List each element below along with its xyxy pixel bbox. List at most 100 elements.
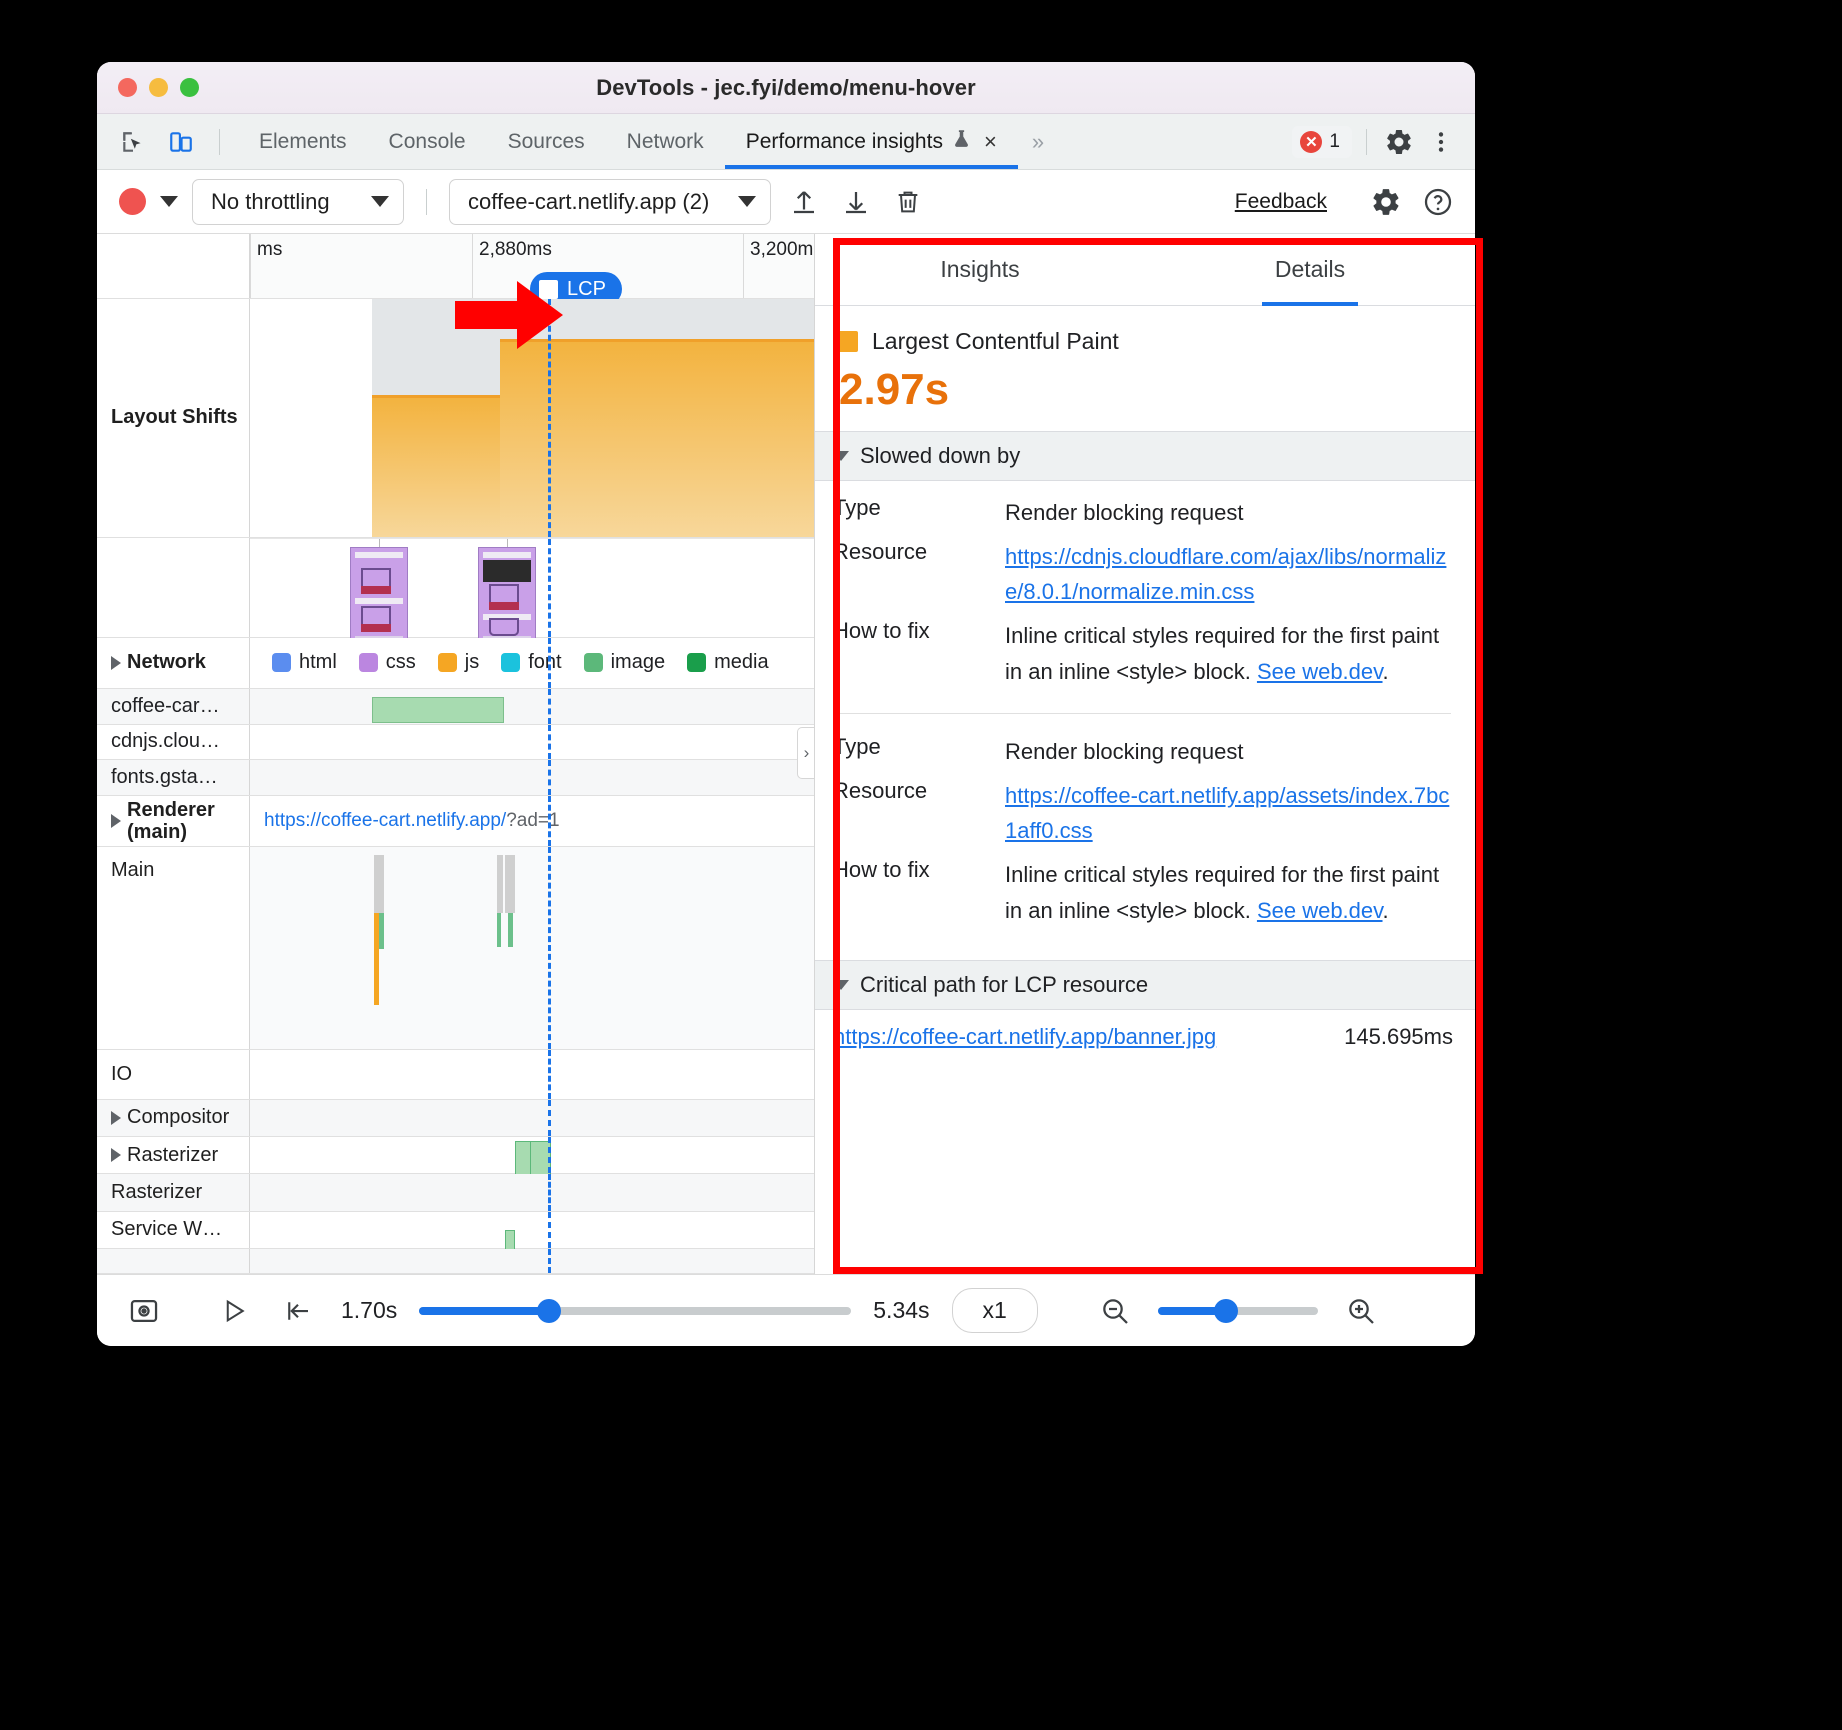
playhead-indicator[interactable] xyxy=(548,725,551,760)
main-task-block[interactable] xyxy=(497,913,501,947)
expand-triangle-icon[interactable] xyxy=(111,656,121,670)
web-dev-link[interactable]: See web.dev xyxy=(1257,659,1383,684)
time-range-slider[interactable] xyxy=(419,1307,851,1315)
gear-icon[interactable] xyxy=(1381,124,1417,160)
collapse-triangle-icon[interactable] xyxy=(833,980,849,990)
trash-icon[interactable] xyxy=(889,183,927,221)
download-icon[interactable] xyxy=(837,183,875,221)
playhead-indicator[interactable] xyxy=(548,1137,551,1173)
three-dots-icon[interactable] xyxy=(1423,124,1459,160)
playhead-indicator[interactable] xyxy=(548,638,551,688)
resource-link[interactable]: https://cdnjs.cloudflare.com/ajax/libs/n… xyxy=(1005,544,1446,605)
expand-triangle-icon[interactable] xyxy=(111,814,121,828)
compositor-track[interactable] xyxy=(250,1100,814,1136)
request-track-fonts-gstatic[interactable] xyxy=(250,760,814,795)
tab-performance-insights[interactable]: Performance insights × xyxy=(725,114,1018,169)
more-tabs-icon[interactable]: » xyxy=(1018,114,1058,169)
resource-link[interactable]: https://coffee-cart.netlify.app/assets/i… xyxy=(1005,783,1449,844)
tab-insights[interactable]: Insights xyxy=(815,234,1145,305)
feedback-link[interactable]: Feedback xyxy=(1235,190,1327,214)
target-select[interactable]: coffee-cart.netlify.app (2) xyxy=(449,179,771,225)
play-icon[interactable] xyxy=(213,1290,255,1332)
renderer-url[interactable]: https://coffee-cart.netlify.app/?ad=1 xyxy=(264,810,560,832)
sidebar-collapse-handle[interactable]: › xyxy=(797,727,815,779)
request-label-fonts-gstatic[interactable]: fonts.gsta… xyxy=(97,760,250,795)
io-thread-track[interactable] xyxy=(250,1050,814,1099)
critical-path-link[interactable]: https://coffee-cart.netlify.app/banner.j… xyxy=(833,1024,1330,1050)
help-icon[interactable] xyxy=(1419,183,1457,221)
throttling-select[interactable]: No throttling xyxy=(192,179,404,225)
request-track-coffee-cart[interactable] xyxy=(250,689,814,724)
tab-details[interactable]: Details xyxy=(1145,234,1475,305)
playback-speed-button[interactable]: x1 xyxy=(952,1288,1038,1333)
zoom-slider[interactable] xyxy=(1158,1307,1318,1315)
filmstrip-thumbnail-1[interactable] xyxy=(350,547,408,647)
zoom-button[interactable] xyxy=(180,78,199,97)
track-label-compositor[interactable]: Compositor xyxy=(97,1100,250,1136)
time-range-knob[interactable] xyxy=(537,1299,561,1323)
main-task-block[interactable] xyxy=(505,855,515,913)
service-worker-track[interactable] xyxy=(250,1212,814,1248)
zoom-in-icon[interactable] xyxy=(1340,1290,1382,1332)
main-task-block[interactable] xyxy=(374,981,379,1005)
request-label-coffee-cart[interactable]: coffee-car… xyxy=(97,689,250,724)
main-thread-track[interactable] xyxy=(250,847,814,1049)
section-critical-path[interactable]: Critical path for LCP resource xyxy=(815,960,1475,1010)
renderer-track[interactable]: https://coffee-cart.netlify.app/?ad=1 xyxy=(250,796,814,846)
network-request-row[interactable]: cdnjs.clou… xyxy=(97,725,814,761)
collapse-triangle-icon[interactable] xyxy=(833,451,849,461)
jump-to-start-icon[interactable] xyxy=(277,1290,319,1332)
playhead-indicator[interactable] xyxy=(548,760,551,795)
record-options-caret[interactable] xyxy=(160,196,178,207)
filmstrip-thumbnail-2[interactable] xyxy=(478,547,536,647)
web-dev-link[interactable]: See web.dev xyxy=(1257,898,1383,923)
main-task-block[interactable] xyxy=(374,855,384,913)
track-label-rasterizer[interactable]: Rasterizer xyxy=(97,1174,250,1210)
network-request-row[interactable]: fonts.gsta… xyxy=(97,760,814,796)
track-label-io[interactable]: IO xyxy=(97,1050,250,1099)
record-button[interactable] xyxy=(119,188,146,215)
playhead-indicator[interactable] xyxy=(548,1212,551,1248)
network-request-row[interactable]: coffee-car… xyxy=(97,689,814,725)
main-task-block[interactable] xyxy=(508,913,513,947)
tab-close-icon[interactable]: × xyxy=(984,129,997,155)
tab-elements[interactable]: Elements xyxy=(238,114,368,169)
raster-task-block[interactable] xyxy=(515,1141,551,1179)
device-toolbar-icon[interactable] xyxy=(163,124,199,160)
playhead-indicator[interactable] xyxy=(548,796,551,846)
tab-sources[interactable]: Sources xyxy=(487,114,606,169)
close-button[interactable] xyxy=(118,78,137,97)
playhead-indicator[interactable] xyxy=(548,1100,551,1136)
minimize-button[interactable] xyxy=(149,78,168,97)
request-label-cdnjs[interactable]: cdnjs.clou… xyxy=(97,725,250,760)
track-label-layout-shifts[interactable]: Layout Shifts xyxy=(97,299,250,538)
upload-icon[interactable] xyxy=(785,183,823,221)
playhead-indicator[interactable] xyxy=(548,689,551,724)
zoom-knob[interactable] xyxy=(1214,1299,1238,1323)
rasterizer-group-track[interactable] xyxy=(250,1137,814,1173)
filmstrip-track[interactable] xyxy=(250,538,814,636)
track-label-rasterizer-group[interactable]: Rasterizer xyxy=(97,1137,250,1173)
request-bar[interactable] xyxy=(372,697,504,723)
rasterizer-thread-track[interactable] xyxy=(250,1174,814,1210)
inspect-element-icon[interactable] xyxy=(115,124,151,160)
track-label-service-worker[interactable]: Service W… xyxy=(97,1212,250,1248)
gear-icon[interactable] xyxy=(1367,183,1405,221)
expand-triangle-icon[interactable] xyxy=(111,1111,121,1125)
filmstrip-icon[interactable] xyxy=(123,1290,165,1332)
request-track-cdnjs[interactable] xyxy=(250,725,814,760)
track-label-renderer-main[interactable]: Renderer (main) xyxy=(97,796,250,846)
track-label-main[interactable]: Main xyxy=(97,847,250,1049)
playhead-indicator[interactable] xyxy=(548,1174,551,1210)
playhead-indicator[interactable] xyxy=(548,1249,551,1273)
error-count-badge[interactable]: ✕ 1 xyxy=(1292,126,1352,158)
zoom-out-icon[interactable] xyxy=(1094,1290,1136,1332)
tab-console[interactable]: Console xyxy=(368,114,487,169)
expand-triangle-icon[interactable] xyxy=(111,1148,121,1162)
playhead-indicator[interactable] xyxy=(548,1050,551,1099)
timeline-panel[interactable]: ms 2,880ms 3,200m LCP Layout Shifts xyxy=(97,234,815,1274)
playhead-indicator[interactable] xyxy=(548,539,551,636)
tab-network[interactable]: Network xyxy=(606,114,725,169)
main-task-block[interactable] xyxy=(497,855,503,913)
track-label-network[interactable]: Network xyxy=(97,638,250,688)
